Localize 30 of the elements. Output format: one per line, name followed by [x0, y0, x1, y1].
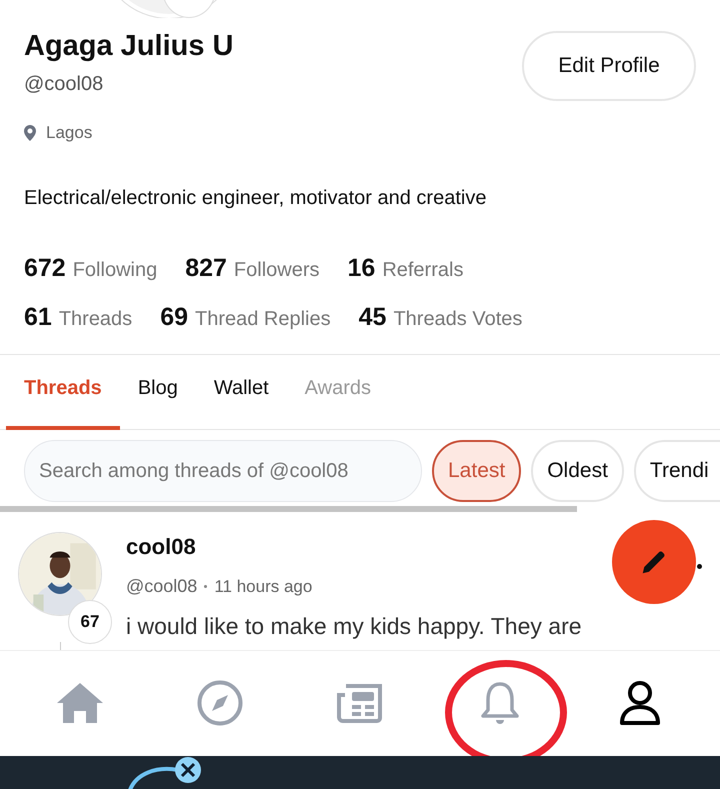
post-author[interactable]: cool08: [126, 534, 582, 560]
edit-profile-button[interactable]: Edit Profile: [522, 31, 696, 101]
stat-link[interactable]: 672 Following: [24, 254, 158, 283]
profile-handle: @cool08: [24, 73, 104, 96]
sort-chip[interactable]: Latest: [432, 440, 522, 502]
stat-link[interactable]: 45 Threads Votes: [358, 303, 522, 332]
bell-icon[interactable]: [479, 680, 521, 726]
profile-name: Agaga Julius U: [24, 30, 234, 63]
profile-tab[interactable]: Blog: [120, 355, 196, 430]
stat-link[interactable]: 69 Thread Replies: [160, 303, 331, 332]
avatar-badge: 67: [68, 600, 112, 644]
sort-chip[interactable]: Oldest: [531, 440, 624, 502]
stat-link[interactable]: 827 Followers: [185, 254, 320, 283]
home-icon[interactable]: [55, 680, 105, 724]
compass-icon[interactable]: [197, 680, 243, 726]
post-time: 11 hours ago: [214, 576, 312, 596]
search-field[interactable]: Search among threads of @cool08: [24, 440, 422, 502]
profile-tab[interactable]: Threads: [6, 355, 120, 430]
stat-link[interactable]: 16 Referrals: [348, 254, 464, 283]
newspaper-icon[interactable]: [337, 682, 383, 722]
sort-chip[interactable]: Trendi: [634, 440, 720, 502]
stat-link[interactable]: 61 Threads: [24, 303, 132, 332]
location-text: Lagos: [46, 123, 92, 143]
separator-dot: [204, 585, 208, 588]
post-text: i would like to make my kids happy. They are: [126, 613, 582, 640]
profile-tab[interactable]: Wallet: [196, 355, 287, 430]
profile-bio: Electrical/electronic engineer, motivator and creative: [23, 186, 488, 210]
user-icon[interactable]: [619, 680, 661, 726]
post-handle: @cool08: [126, 576, 198, 597]
location-pin-icon: [24, 125, 36, 141]
